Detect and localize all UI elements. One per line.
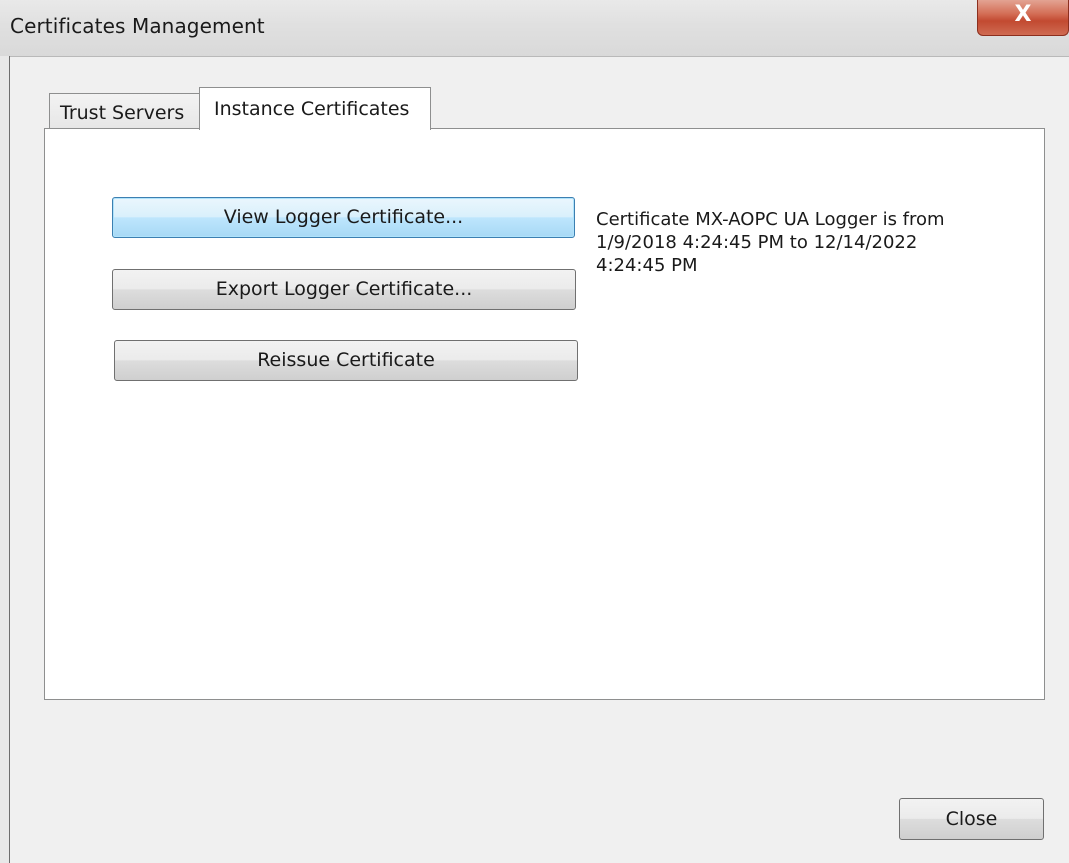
tab-instance-certificates-label: Instance Certificates xyxy=(214,98,410,120)
reissue-certificate-button[interactable]: Reissue Certificate xyxy=(114,340,578,381)
export-logger-certificate-button[interactable]: Export Logger Certificate... xyxy=(112,269,576,310)
title-bar[interactable]: Certificates Management X xyxy=(0,0,1069,57)
export-logger-certificate-label: Export Logger Certificate... xyxy=(215,278,473,300)
reissue-certificate-label: Reissue Certificate xyxy=(257,349,435,371)
window-title: Certificates Management xyxy=(10,14,265,38)
certificate-info-line-1: Certificate MX-AOPC UA Logger is from xyxy=(596,209,945,230)
view-logger-certificate-label: View Logger Certificate... xyxy=(223,206,464,228)
close-button[interactable]: Close xyxy=(899,798,1044,840)
window-left-border xyxy=(0,56,10,863)
certificate-info-line-2: 1/9/2018 4:24:45 PM to 12/14/2022 xyxy=(596,232,918,253)
view-logger-certificate-button[interactable]: View Logger Certificate... xyxy=(112,197,575,238)
tab-trust-servers[interactable]: Trust Servers xyxy=(49,93,200,129)
window-close-icon[interactable]: X xyxy=(977,0,1069,36)
close-button-label: Close xyxy=(945,808,998,830)
certificate-validity-text: Certificate MX-AOPC UA Logger is from 1/… xyxy=(596,208,996,277)
tab-instance-certificates[interactable]: Instance Certificates xyxy=(199,87,431,130)
tab-trust-servers-label: Trust Servers xyxy=(60,102,185,124)
certificate-info-line-3: 4:24:45 PM xyxy=(596,255,698,276)
certificates-management-window: Certificates Management X Trust Servers … xyxy=(0,0,1069,863)
close-glyph: X xyxy=(1014,2,1032,27)
